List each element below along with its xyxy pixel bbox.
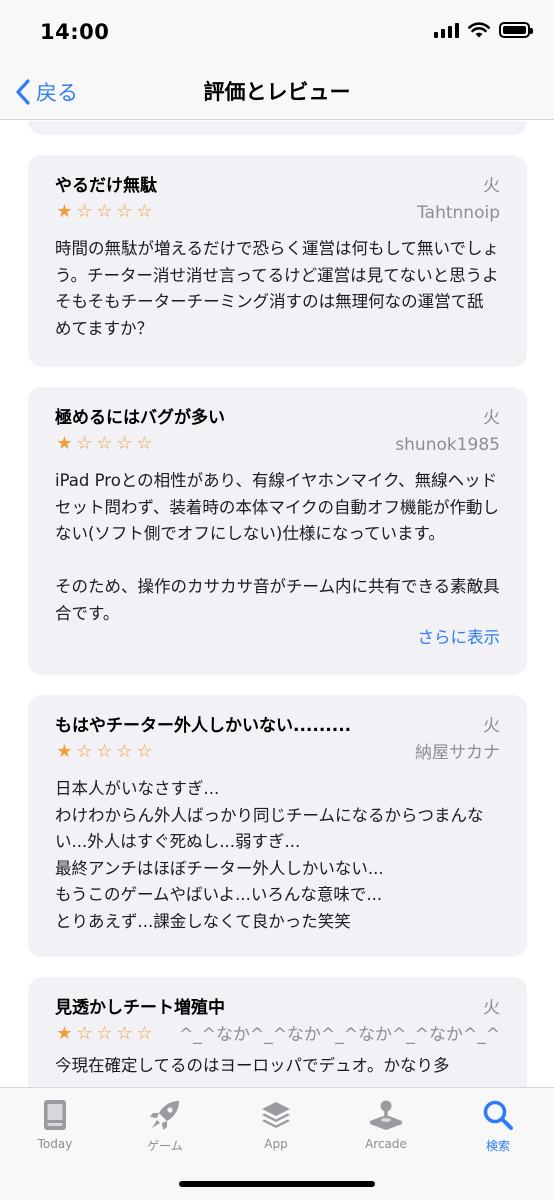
- cellular-signal-icon: [434, 22, 459, 38]
- star-empty-icon: ☆: [136, 741, 153, 762]
- review-body: iPad Proとの相性があり、有線イヤホンマイク、無線ヘッドセット問わず、装着…: [55, 471, 500, 623]
- tab-label: 検索: [485, 1139, 510, 1153]
- review-author: 納屋サカナ: [415, 743, 500, 763]
- review-author: shunok1985: [395, 435, 500, 455]
- review-card[interactable]: もはやチーター外人しかいない......... 火 納屋サカナ ★ ☆ ☆ ☆ ☆ 日本…: [28, 695, 527, 957]
- review-body: 時間の無駄が増えるだけで恐らく運営は何もして無いでしょう。チーター消せ消せ言って…: [55, 239, 500, 338]
- review-date: 火: [483, 176, 500, 196]
- status-bar: 14:00: [0, 0, 554, 64]
- page-title: 評価とレビュー: [203, 80, 351, 104]
- star-empty-icon: ☆: [76, 201, 93, 222]
- star-empty-icon: ☆: [96, 741, 113, 762]
- star-filled-icon: ★: [56, 741, 73, 762]
- status-icons: [434, 22, 533, 38]
- star-empty-icon: ☆: [76, 741, 93, 762]
- status-time: 14:00: [40, 20, 110, 44]
- review-body: 日本人がいなさすぎ... わけわからん外人ばっかり同じチームになるからつまんない…: [55, 779, 484, 931]
- star-empty-icon: ☆: [96, 1023, 113, 1044]
- review-date: 火: [483, 716, 500, 736]
- home-indicator[interactable]: [179, 1181, 375, 1187]
- joystick-icon: [370, 1100, 402, 1130]
- battery-icon: [499, 22, 533, 38]
- review-author: Tahtnnoip: [417, 203, 500, 223]
- tab-label: App: [264, 1137, 288, 1151]
- star-filled-icon: ★: [56, 433, 73, 454]
- review-card[interactable]: やるだけ無駄 火 Tahtnnoip ★ ☆ ☆ ☆ ☆ 時間の無駄が増えるだけで恐らく…: [28, 155, 527, 367]
- tab-apps[interactable]: App: [231, 1098, 321, 1160]
- navigation-bar: 戻る 評価とレビュー: [0, 64, 554, 120]
- today-icon: [44, 1100, 66, 1130]
- star-empty-icon: ☆: [116, 201, 133, 222]
- review-body: 今現在確定してるのはヨーロッパでデュオ。かなり多: [55, 1056, 450, 1075]
- tab-label: ゲーム: [147, 1139, 183, 1153]
- review-card[interactable]: 見透かしチート増殖中 火 ^_^なか^_^なか^_^なか^_^なか^_^ ★ ☆ ☆…: [28, 977, 527, 1087]
- review-list[interactable]: やるだけ無駄 火 Tahtnnoip ★ ☆ ☆ ☆ ☆ 時間の無駄が増えるだけで恐らく…: [0, 121, 554, 1087]
- review-card[interactable]: 極めるにはバグが多い 火 shunok1985 ★ ☆ ☆ ☆ ☆ iPad Proとの…: [28, 387, 527, 675]
- star-empty-icon: ☆: [96, 201, 113, 222]
- tab-arcade[interactable]: Arcade: [341, 1098, 431, 1160]
- rocket-icon: [150, 1101, 179, 1130]
- review-title: やるだけ無駄: [55, 176, 157, 196]
- review-title: 極めるにはバグが多い: [55, 408, 225, 428]
- star-empty-icon: ☆: [136, 1023, 153, 1044]
- review-title: 見透かしチート増殖中: [55, 998, 225, 1018]
- tab-games[interactable]: ゲーム: [120, 1098, 210, 1160]
- star-filled-icon: ★: [56, 201, 73, 222]
- star-empty-icon: ☆: [136, 201, 153, 222]
- star-empty-icon: ☆: [116, 433, 133, 454]
- search-icon: [483, 1100, 513, 1130]
- tab-search[interactable]: 検索: [453, 1098, 543, 1160]
- review-date: 火: [483, 998, 500, 1018]
- tab-label: Arcade: [365, 1137, 407, 1151]
- star-empty-icon: ☆: [136, 433, 153, 454]
- wifi-icon: [468, 22, 490, 38]
- star-filled-icon: ★: [56, 1023, 73, 1044]
- star-empty-icon: ☆: [76, 1023, 93, 1044]
- tab-today[interactable]: Today: [10, 1098, 100, 1160]
- review-date: 火: [483, 408, 500, 428]
- star-empty-icon: ☆: [76, 433, 93, 454]
- star-empty-icon: ☆: [116, 741, 133, 762]
- star-empty-icon: ☆: [96, 433, 113, 454]
- review-author: ^_^なか^_^なか^_^なか^_^なか^_^: [179, 1025, 500, 1045]
- review-title: もはやチーター外人しかいない.........: [55, 716, 352, 736]
- previous-review-card: [28, 121, 527, 135]
- layers-icon: [262, 1102, 290, 1128]
- show-more-link[interactable]: さらに表示: [407, 625, 500, 652]
- star-empty-icon: ☆: [116, 1023, 133, 1044]
- tab-label: Today: [37, 1137, 73, 1151]
